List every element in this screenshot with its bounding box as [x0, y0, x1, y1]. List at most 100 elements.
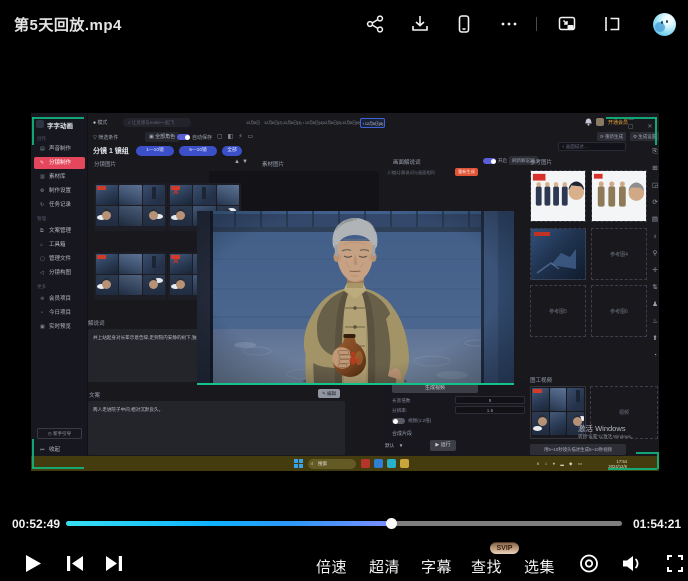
preview-popup[interactable]: [197, 211, 514, 385]
tab-date-4[interactable]: ♀12月6日(4): [301, 118, 324, 128]
reference-cell-5[interactable]: 参考图5: [530, 285, 586, 337]
sidebar-item[interactable]: ♔会员项目: [34, 293, 85, 305]
history-icon: ↻: [40, 199, 46, 211]
sidebar-item[interactable]: ▥素材库: [34, 171, 85, 183]
sidebar-item[interactable]: ▤声音制作: [34, 143, 85, 155]
quality-button[interactable]: 超清: [369, 556, 400, 577]
copy-textarea[interactable]: 两人走进院子中间,相对沉默良久。: [88, 401, 345, 455]
share-icon[interactable]: [364, 13, 386, 35]
collapse-button[interactable]: ⏮收起: [34, 444, 85, 456]
user-avatar[interactable]: [653, 13, 676, 36]
reference-image-1[interactable]: [530, 170, 586, 222]
gen-clip-button[interactable]: 用5~10秒镜头描述生成5~10秒视频: [530, 444, 626, 455]
record-border-tr-h: [606, 117, 657, 119]
sidebar-item[interactable]: ▢管理文件: [34, 253, 85, 265]
reference-cell-4[interactable]: 参考图4: [591, 228, 647, 280]
tab-date-1[interactable]: 12月6日: [245, 118, 261, 128]
tab-date-2[interactable]: 12月6日(2): [263, 118, 284, 128]
tab-date-5[interactable]: 12月6日(5): [322, 118, 343, 128]
app-search-input[interactable]: ⌕ 让灵感与make一起飞: [123, 118, 191, 127]
search-in-video-button[interactable]: 查找: [471, 556, 502, 577]
today-icon: ◔: [40, 307, 46, 319]
watermark-line1: 激活 Windows: [578, 423, 626, 434]
generate-video-button[interactable]: 生成视频: [392, 384, 478, 393]
mini-window-icon[interactable]: [601, 13, 623, 35]
sidebar-item[interactable]: ◁分镜构图: [34, 267, 85, 279]
reference-label: 参考图片: [530, 158, 552, 166]
regen-narration-button[interactable]: 重新生成: [455, 168, 478, 176]
edit-copy-button[interactable]: ✎ 编辑: [318, 389, 340, 398]
sidebar-item[interactable]: ▣实时预览: [34, 321, 85, 333]
bell-icon[interactable]: [585, 118, 592, 128]
tool-icon: ⌂: [40, 239, 46, 251]
narration-toggle[interactable]: [483, 158, 496, 164]
all-roles-button[interactable]: ▣ 全部角色: [145, 132, 179, 142]
taskbar-app-3[interactable]: [387, 459, 396, 468]
sort-icons[interactable]: ▲▼: [234, 159, 250, 165]
video-frame[interactable]: 字字动画 创作 ▤声音制作 ✎分镜制作 ▥素材库 ⚙制作设置 ↻任务记录 管理 …: [31, 113, 659, 471]
right-toolbar-icons[interactable]: ⎘⊞◲⟳▤♁⚲✛⇅♟♨⬆◔: [650, 143, 659, 364]
windows-start-icon[interactable]: [294, 459, 303, 468]
view-mode-icons[interactable]: ▢◧⚡▭: [217, 133, 258, 140]
fullscreen-icon[interactable]: [664, 553, 686, 574]
subtitle-button[interactable]: 字幕: [421, 556, 452, 577]
filter-button[interactable]: ▽ 筛选条件: [93, 134, 118, 141]
video-ratio-toggle[interactable]: [392, 418, 405, 424]
speed-button[interactable]: 倍速: [316, 556, 347, 577]
previous-button[interactable]: [64, 553, 86, 574]
storyboard-card[interactable]: [94, 252, 167, 300]
windows-taskbar[interactable]: ⌕搜索 ∧ ⌂ ♦ ▂ ◆ ▭ 17:542024/12/6: [31, 456, 659, 471]
next-button[interactable]: [103, 553, 125, 574]
aspect-input[interactable]: 9: [455, 396, 525, 404]
danmaku-settings-icon[interactable]: [578, 553, 600, 574]
shot-range-pill-3[interactable]: 全部: [222, 146, 242, 156]
progress-fill: [66, 521, 392, 526]
shot-range-pill-2[interactable]: 5—10镜: [179, 146, 217, 156]
compose-select[interactable]: 默认 ▼: [385, 443, 403, 449]
copy-label: 文案: [89, 391, 100, 399]
sidebar-item[interactable]: ↻任务记录: [34, 199, 85, 211]
reference-image-2[interactable]: [591, 170, 647, 222]
run-button[interactable]: ▶ 运行: [430, 440, 456, 451]
sidebar-item[interactable]: ⧉文案管理: [34, 225, 85, 237]
reference-cell-6[interactable]: 参考图6: [591, 285, 647, 337]
taskbar-app-2[interactable]: [374, 459, 383, 468]
describe-input[interactable]: ⌕ 画面描述…: [558, 142, 626, 151]
progress-thumb[interactable]: [386, 518, 397, 529]
reference-image-3[interactable]: [530, 228, 586, 280]
tab-date-6[interactable]: 12月6日(6): [341, 118, 362, 128]
mode-toggle[interactable]: ● 模式: [93, 119, 107, 126]
storyboard-card[interactable]: [94, 183, 167, 231]
narration-label: 画面解说词: [393, 158, 421, 166]
resolution-label: 分辨率:: [392, 408, 407, 414]
pip-icon[interactable]: [556, 13, 578, 35]
sidebar-item[interactable]: ⌂工具箱: [34, 239, 85, 251]
resolution-input[interactable]: 1.5: [455, 406, 525, 414]
play-button[interactable]: [22, 553, 44, 574]
sidebar-group-label: 管理: [37, 216, 46, 222]
sidebar-item[interactable]: ⚙制作设置: [34, 185, 85, 197]
app-logo-text: 字字动画: [47, 120, 73, 130]
vip-button[interactable]: 开通会员: [608, 119, 628, 126]
episodes-button[interactable]: 选集: [524, 556, 555, 577]
autosave-toggle[interactable]: [177, 134, 190, 140]
download-icon[interactable]: [409, 13, 431, 35]
sidebar-group-label: 创作: [37, 136, 46, 142]
sidebar-item-active[interactable]: ✎分镜制作: [34, 157, 85, 169]
volume-icon[interactable]: [620, 553, 642, 574]
phone-icon[interactable]: [453, 13, 475, 35]
file-icon: ▢: [40, 253, 46, 265]
taskbar-search[interactable]: ⌕搜索: [308, 459, 356, 469]
more-icon[interactable]: [498, 13, 520, 35]
shot-range-pill-1[interactable]: 1—10镜: [136, 146, 174, 156]
taskbar-app-1[interactable]: [361, 459, 370, 468]
sidebar-item[interactable]: ◔今日项目: [34, 307, 85, 319]
guide-button[interactable]: ◷ 新手引导: [37, 428, 82, 439]
regen-image-button[interactable]: ⟳ 重新生成: [597, 132, 626, 141]
tab-date-3[interactable]: 12月6日(3): [282, 118, 303, 128]
app-logo-icon: [36, 120, 44, 128]
app-user-avatar[interactable]: [596, 118, 604, 126]
taskbar-tray-icons[interactable]: ∧ ⌂ ♦ ▂ ◆ ▭: [536, 461, 584, 467]
taskbar-app-4[interactable]: [400, 459, 409, 468]
tab-date-8-selected[interactable]: ♀12月6日(8): [360, 118, 385, 128]
